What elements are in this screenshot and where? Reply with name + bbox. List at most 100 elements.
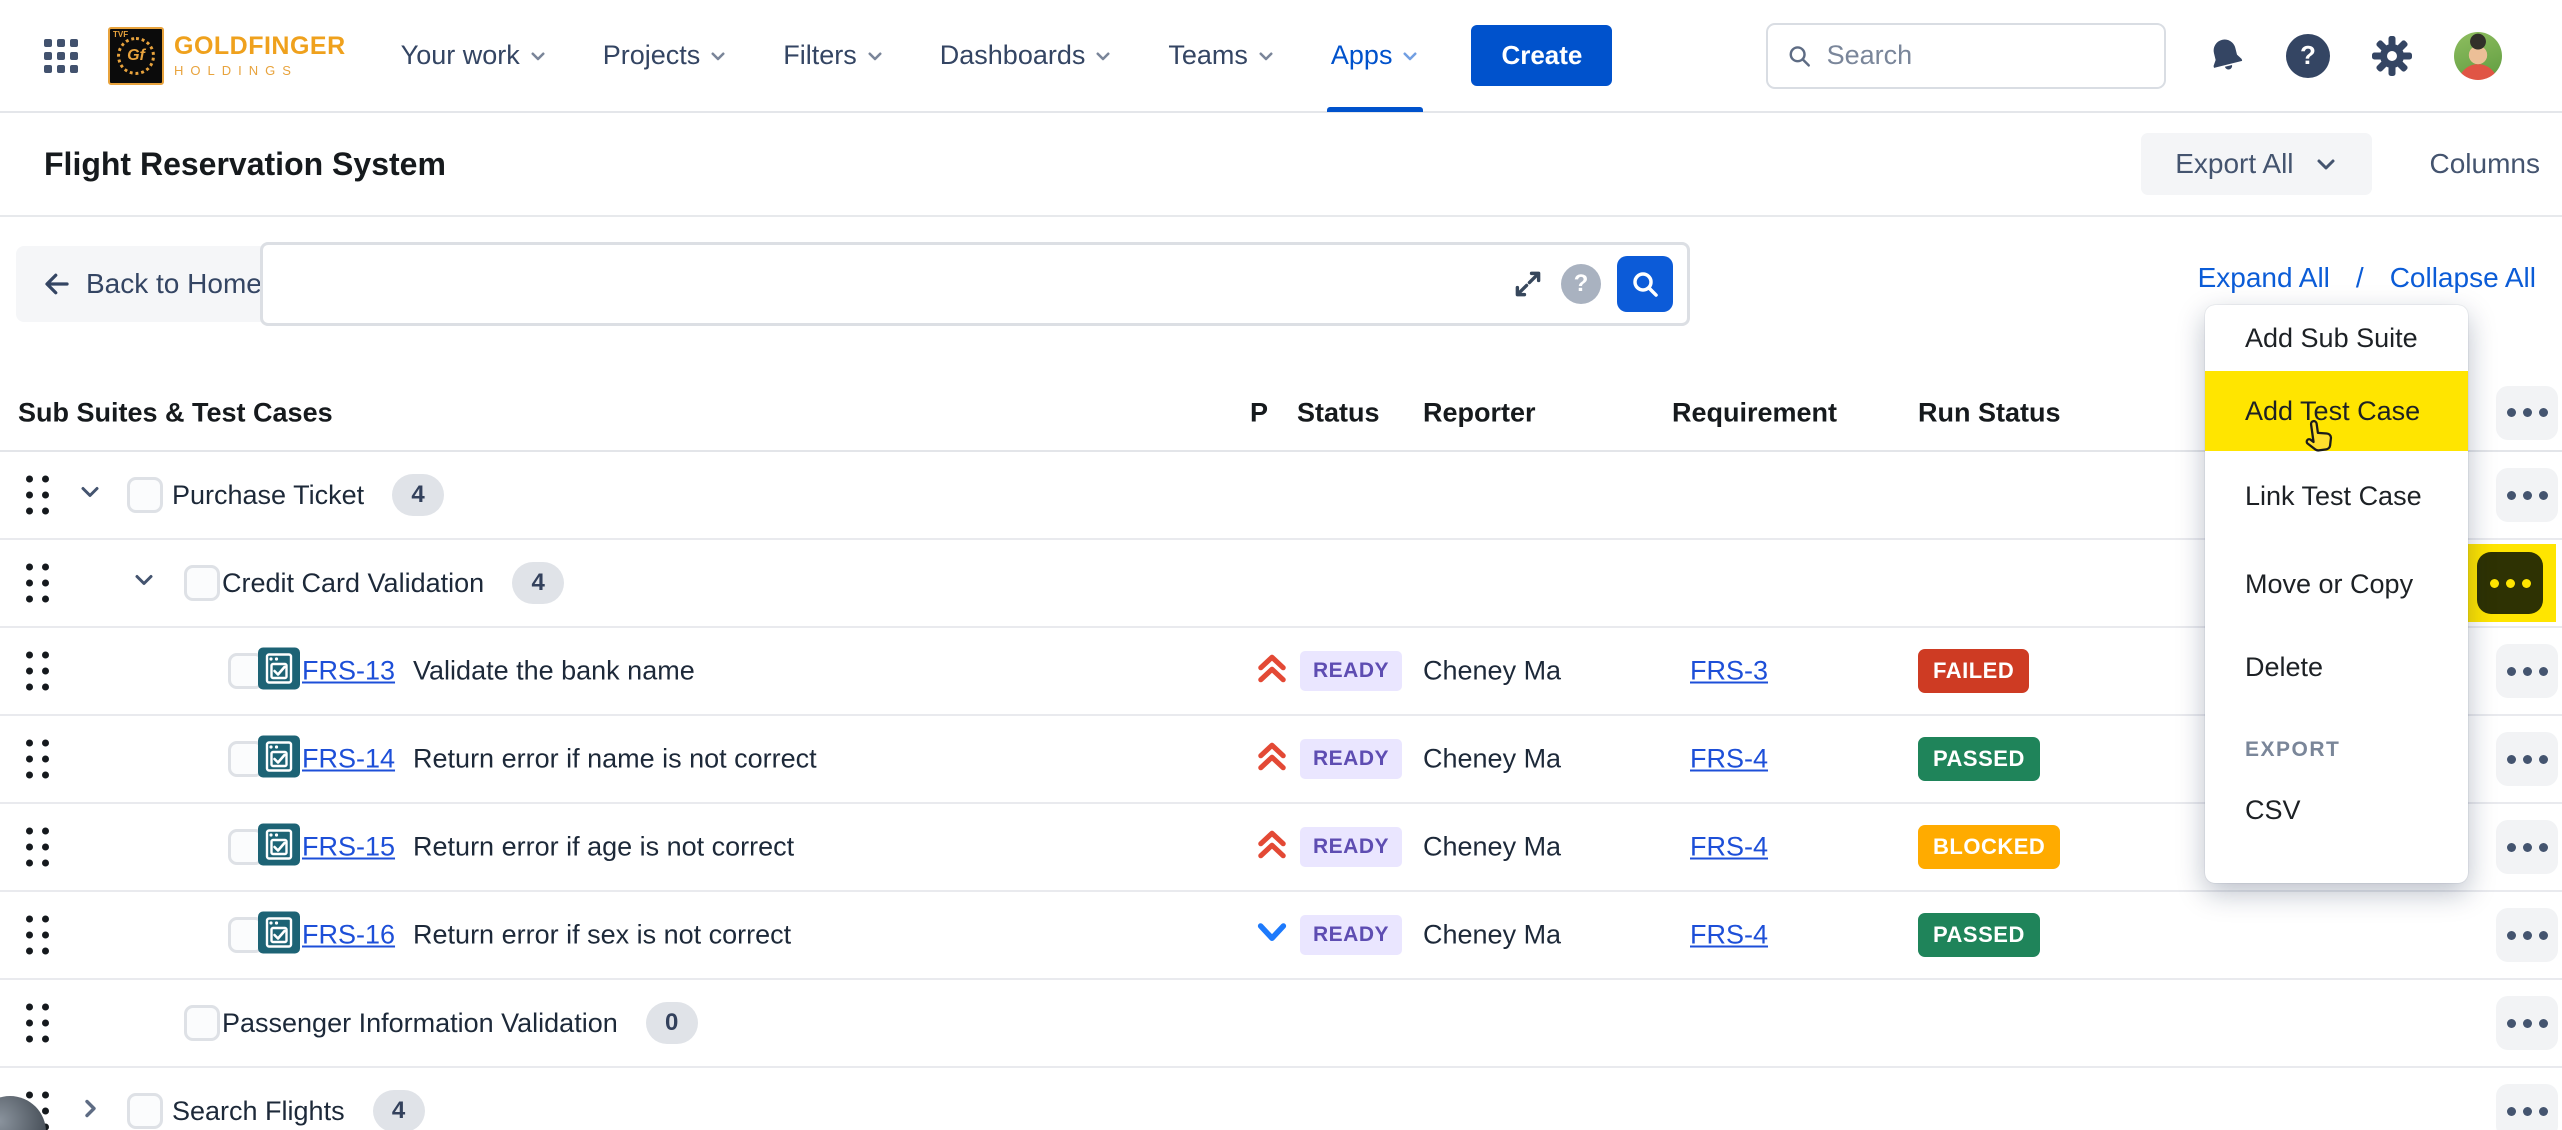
help-icon[interactable]: ? (2286, 34, 2330, 78)
table-more-button[interactable] (2496, 386, 2558, 440)
back-to-home-button[interactable]: Back to Home (16, 246, 288, 322)
drag-handle-icon[interactable] (26, 916, 49, 955)
test-case-key-link[interactable]: FRS-15 (302, 832, 395, 862)
suite-label: Passenger Information Validation0 (222, 1002, 698, 1044)
row-checkbox[interactable] (184, 1005, 220, 1041)
notifications-bell-icon[interactable] (2202, 31, 2250, 79)
table-row-suite: Purchase Ticket4 (0, 452, 2562, 540)
logo-monogram: Gf (127, 47, 145, 65)
nav-item-apps[interactable]: Apps (1331, 0, 1420, 112)
suite-label: Credit Card Validation4 (222, 562, 564, 604)
global-search[interactable] (1766, 23, 2166, 89)
chevron-down-icon[interactable] (132, 569, 156, 598)
test-case-title: Validate the bank name (413, 656, 695, 686)
user-avatar[interactable] (2454, 32, 2502, 80)
priority-highest-icon (1255, 741, 1289, 778)
col-header-priority: P (1250, 397, 1268, 428)
table-row-suite: Search Flights4 (0, 1068, 2562, 1130)
goldfinger-logo[interactable]: TVF Gf GOLDFINGER HOLDINGS (108, 27, 346, 85)
case-title-line: FRS-16Return error if sex is not correct (302, 920, 791, 951)
expand-editor-icon[interactable] (1511, 267, 1545, 301)
priority-low-icon (1255, 920, 1289, 951)
suite-context-menu: Add Sub SuiteAdd Test Case Link Test Case… (2205, 305, 2468, 883)
search-icon (1786, 41, 1813, 71)
menu-item-add-test-case[interactable]: Add Test Case (2205, 371, 2468, 451)
case-title-line: FRS-15Return error if age is not correct (302, 832, 794, 863)
test-case-icon (258, 648, 300, 695)
drag-handle-icon[interactable] (26, 652, 49, 691)
test-case-key-link[interactable]: FRS-14 (302, 744, 395, 774)
row-more-button[interactable] (2496, 820, 2558, 874)
expand-all-link[interactable]: Expand All (2198, 262, 2330, 294)
requirement-link[interactable]: FRS-4 (1690, 920, 1768, 951)
test-case-key-link[interactable]: FRS-16 (302, 920, 395, 950)
run-status-badge: BLOCKED (1918, 825, 2060, 869)
chevron-down-icon[interactable] (78, 481, 102, 510)
row-more-button[interactable] (2496, 644, 2558, 698)
suite-label: Purchase Ticket4 (172, 474, 444, 516)
drag-handle-icon[interactable] (26, 564, 49, 603)
row-more-button[interactable] (2496, 908, 2558, 962)
drag-handle-icon[interactable] (26, 1004, 49, 1043)
menu-item-label: Link Test Case (2245, 481, 2422, 512)
run-search-button[interactable] (1617, 256, 1673, 312)
test-case-icon (258, 736, 300, 783)
suite-name: Credit Card Validation (222, 568, 484, 599)
reporter-name: Cheney Ma (1423, 656, 1561, 687)
table-row-case: FRS-16Return error if sex is not correct… (0, 892, 2562, 980)
requirement-link[interactable]: FRS-4 (1690, 832, 1768, 863)
test-suite-table: Purchase Ticket4 Credit Card Validation4 F… (0, 452, 2562, 1130)
nav-item-filters[interactable]: Filters (783, 0, 884, 112)
back-arrow-icon (42, 269, 72, 299)
requirement-link[interactable]: FRS-3 (1690, 656, 1768, 687)
nav-item-your-work[interactable]: Your work (401, 0, 547, 112)
col-header-suites: Sub Suites & Test Cases (18, 397, 333, 428)
chevron-right-icon[interactable] (78, 1097, 102, 1126)
collapse-all-link[interactable]: Collapse All (2390, 262, 2536, 294)
nav-item-projects[interactable]: Projects (603, 0, 728, 112)
suite-count-badge: 0 (646, 1002, 698, 1044)
test-case-key-link[interactable]: FRS-13 (302, 656, 395, 686)
create-button[interactable]: Create (1471, 25, 1612, 86)
col-header-status: Status (1297, 397, 1380, 428)
row-checkbox[interactable] (184, 565, 220, 601)
logo-corner-text: TVF (113, 30, 128, 39)
syntax-help-icon[interactable]: ? (1561, 264, 1601, 304)
columns-button[interactable]: Columns (2430, 148, 2540, 180)
menu-item-add-sub-suite[interactable]: Add Sub Suite (2205, 305, 2468, 371)
drag-handle-icon[interactable] (26, 740, 49, 779)
more-options-icon[interactable] (2477, 552, 2543, 614)
nav-item-teams[interactable]: Teams (1168, 0, 1275, 112)
menu-item-link-test-case[interactable]: Link Test Case (2205, 451, 2468, 541)
drag-handle-icon[interactable] (26, 828, 49, 867)
chevron-down-icon (1257, 47, 1275, 65)
row-more-button[interactable] (2496, 732, 2558, 786)
filter-search-input[interactable] (277, 245, 1511, 323)
filter-search-box[interactable]: ? (260, 242, 1690, 326)
suite-label: Search Flights4 (172, 1090, 425, 1130)
settings-gear-icon[interactable] (2370, 34, 2414, 78)
requirement-link[interactable]: FRS-4 (1690, 744, 1768, 775)
nav-item-label: Dashboards (940, 40, 1086, 71)
menu-item-delete[interactable]: Delete (2205, 627, 2468, 707)
status-badge: READY (1300, 739, 1402, 779)
row-checkbox[interactable] (127, 477, 163, 513)
table-row-case: FRS-13Validate the bank nameREADYCheney … (0, 628, 2562, 716)
menu-item-csv[interactable]: CSV (2205, 775, 2468, 845)
chevron-down-icon (529, 47, 547, 65)
nav-item-label: Apps (1331, 40, 1393, 71)
row-more-button[interactable] (2496, 468, 2558, 522)
col-header-requirement: Requirement (1672, 397, 1837, 428)
drag-handle-icon[interactable] (26, 476, 49, 515)
app-switcher-icon[interactable] (44, 39, 78, 73)
nav-item-dashboards[interactable]: Dashboards (940, 0, 1113, 112)
global-search-input[interactable] (1827, 40, 2146, 71)
logo-wordmark: GOLDFINGER HOLDINGS (174, 34, 346, 77)
menu-item-move-or-copy[interactable]: Move or Copy (2205, 541, 2468, 627)
row-checkbox[interactable] (127, 1093, 163, 1129)
row-more-button-highlighted[interactable] (2464, 544, 2556, 622)
row-more-button[interactable] (2496, 1084, 2558, 1130)
table-row-suite: Passenger Information Validation0 (0, 980, 2562, 1068)
export-all-button[interactable]: Export All (2141, 133, 2371, 195)
row-more-button[interactable] (2496, 996, 2558, 1050)
